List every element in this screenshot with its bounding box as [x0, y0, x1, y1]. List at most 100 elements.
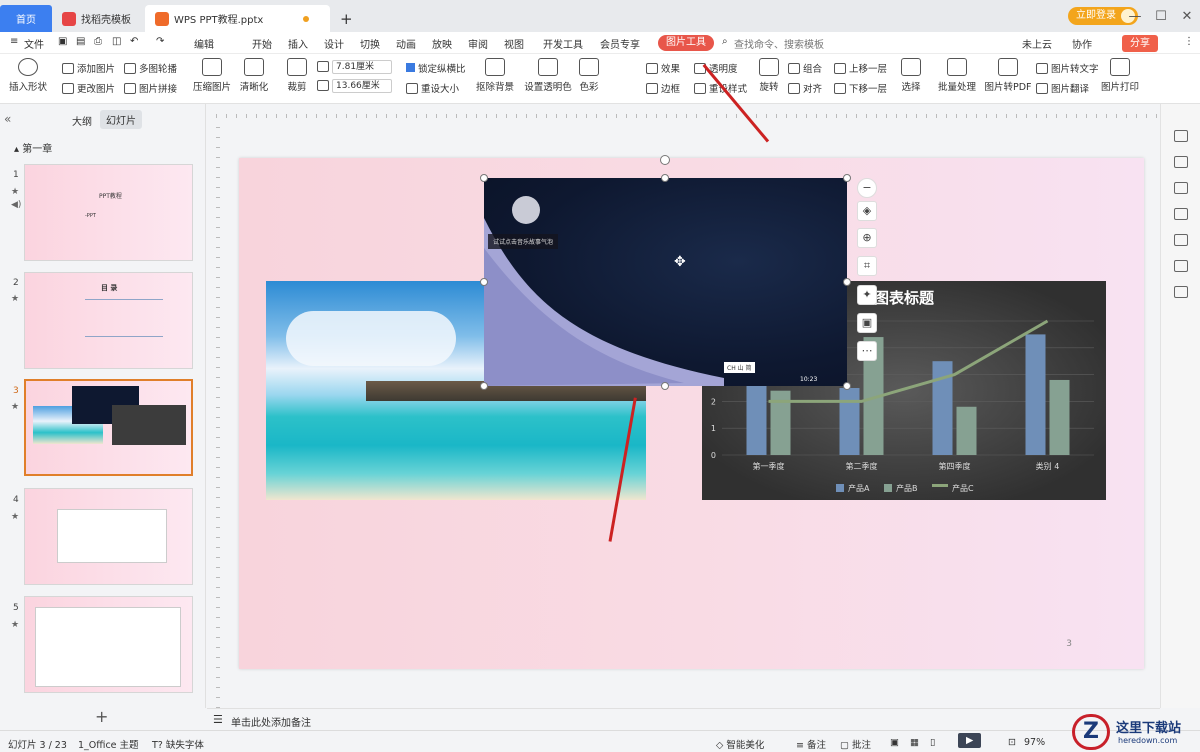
tab-template[interactable]: 找稻壳模板: [52, 5, 144, 32]
picture-stitch-button[interactable]: 图片拼接: [124, 81, 177, 95]
width-value[interactable]: 7.81厘米: [332, 60, 392, 74]
resize-handle[interactable]: [661, 382, 669, 390]
slide-thumbnail-1[interactable]: PPT教程 -PPT: [24, 164, 193, 261]
redo-icon[interactable]: ↷: [156, 36, 164, 47]
batch-button[interactable]: 批量处理: [934, 58, 980, 93]
more-icon[interactable]: ⋮: [1184, 36, 1194, 47]
lock-ratio-checkbox[interactable]: 锁定纵横比: [406, 61, 466, 75]
insert-shape-button[interactable]: 插入形状: [6, 58, 50, 93]
maximize-button[interactable]: ☐: [1148, 9, 1174, 24]
outline-tab[interactable]: 大纲: [72, 113, 92, 128]
layers-icon[interactable]: ◈: [857, 201, 877, 221]
star-icon[interactable]: [1174, 182, 1188, 194]
slide-thumbnail-5[interactable]: [24, 596, 193, 693]
bring-forward-button[interactable]: 上移一层: [834, 61, 887, 75]
search-icon[interactable]: ⌕: [722, 36, 728, 47]
video-object[interactable]: 试试点击音乐故事气泡 CH 山 简 10:23 ✥: [484, 178, 847, 386]
transparency-button[interactable]: 透明度: [694, 61, 738, 75]
menu-item-animation[interactable]: 动画: [396, 36, 416, 51]
rocket-icon[interactable]: [1174, 130, 1188, 142]
width-field[interactable]: 7.81厘米: [317, 60, 392, 74]
book-icon[interactable]: [1174, 286, 1188, 298]
resize-handle[interactable]: [843, 278, 851, 286]
border-button[interactable]: 边框: [646, 81, 680, 95]
to-pdf-button[interactable]: 图片转PDF: [984, 58, 1032, 93]
new-tab-button[interactable]: +: [330, 5, 363, 32]
select-button[interactable]: 选择: [896, 58, 926, 93]
notes-button[interactable]: ≡ 备注: [796, 737, 826, 751]
preview-icon[interactable]: ◫: [112, 36, 121, 47]
remove-bg-button[interactable]: 抠除背景: [474, 58, 516, 93]
menu-item-transition[interactable]: 切换: [360, 36, 380, 51]
slides-icon[interactable]: [1174, 208, 1188, 220]
crop-button[interactable]: 裁剪: [282, 58, 312, 93]
multi-carousel-button[interactable]: 多图轮播: [124, 61, 177, 75]
sorter-view-icon[interactable]: ▦: [910, 737, 919, 748]
missing-font-button[interactable]: T? 缺失字体: [152, 737, 204, 751]
translate-button[interactable]: 图片翻译: [1036, 81, 1089, 95]
tab-document[interactable]: WPS PPT教程.pptx: [145, 5, 330, 32]
cloud-status[interactable]: 未上云: [1022, 36, 1052, 51]
group-button[interactable]: 组合: [788, 61, 822, 75]
reset-size-button[interactable]: 重设大小: [406, 81, 459, 95]
export-icon[interactable]: ▤: [76, 36, 85, 47]
zoom-in-icon[interactable]: ⊕: [857, 228, 877, 248]
collapse-panel-icon[interactable]: «: [4, 112, 11, 126]
set-transparent-button[interactable]: 设置透明色: [524, 58, 572, 93]
minimize-button[interactable]: —: [1122, 9, 1148, 24]
menu-item-view[interactable]: 视图: [504, 36, 524, 51]
reading-view-icon[interactable]: ▯: [930, 737, 935, 748]
hamburger-icon[interactable]: ≡: [10, 36, 18, 47]
picture-icon[interactable]: [1174, 234, 1188, 246]
theme-name[interactable]: 1_Office 主题: [78, 737, 139, 751]
align-button[interactable]: 对齐: [788, 81, 822, 95]
notes-pane[interactable]: ☰ 单击此处添加备注: [207, 708, 1160, 730]
search-input[interactable]: 查找命令、搜索模板: [734, 36, 824, 51]
add-slide-button[interactable]: +: [95, 707, 108, 726]
resize-handle[interactable]: [843, 382, 851, 390]
zoom-level[interactable]: 97%: [1024, 737, 1045, 748]
effect-button[interactable]: 效果: [646, 61, 680, 75]
slides-tab[interactable]: 幻灯片: [100, 110, 142, 129]
resize-handle[interactable]: [480, 382, 488, 390]
play-button[interactable]: ▶: [958, 733, 982, 748]
print-icon[interactable]: ⎙: [94, 36, 102, 47]
height-field[interactable]: 13.66厘米: [317, 79, 392, 93]
rotate-handle[interactable]: [660, 155, 670, 165]
resize-handle[interactable]: [843, 174, 851, 182]
slide-thumbnail-2[interactable]: 目 录: [24, 272, 193, 369]
add-picture-button[interactable]: 添加图片: [62, 61, 115, 75]
clarity-button[interactable]: 清晰化: [236, 58, 272, 93]
section-header[interactable]: ▴ 第一章: [14, 140, 52, 155]
send-backward-button[interactable]: 下移一层: [834, 81, 887, 95]
adjust-icon[interactable]: [1174, 156, 1188, 168]
undo-icon[interactable]: ↶: [130, 36, 138, 47]
zoom-out-icon[interactable]: −: [857, 178, 877, 198]
resize-handle[interactable]: [480, 174, 488, 182]
share-button[interactable]: 分享: [1122, 35, 1158, 52]
to-text-button[interactable]: 图片转文字: [1036, 61, 1099, 75]
menu-item-insert[interactable]: 插入: [288, 36, 308, 51]
resize-handle[interactable]: [480, 278, 488, 286]
menu-edit-mode[interactable]: 编辑: [194, 36, 214, 51]
menu-item-design[interactable]: 设计: [324, 36, 344, 51]
menu-file[interactable]: 文件: [24, 36, 44, 51]
picture-edit-icon[interactable]: ▣: [857, 313, 877, 333]
close-button[interactable]: ✕: [1174, 9, 1200, 24]
slide-thumbnail-3-selected[interactable]: [24, 379, 193, 476]
collab-button[interactable]: 协作: [1072, 36, 1092, 51]
rotate-button[interactable]: 旋转: [756, 58, 782, 93]
menu-item-start[interactable]: 开始: [252, 36, 272, 51]
crop-icon[interactable]: ⌗: [857, 256, 877, 276]
more-options-icon[interactable]: ⋯: [857, 341, 877, 361]
compress-button[interactable]: 压缩图片: [192, 58, 232, 93]
comments-button[interactable]: ▢ 批注: [840, 737, 871, 751]
save-icon[interactable]: ▣: [58, 36, 67, 47]
menu-item-member[interactable]: 会员专享: [600, 36, 640, 51]
slide-thumbnail-4[interactable]: [24, 488, 193, 585]
height-value[interactable]: 13.66厘米: [332, 79, 392, 93]
menu-item-slideshow[interactable]: 放映: [432, 36, 452, 51]
normal-view-icon[interactable]: ▣: [890, 737, 899, 748]
tab-picture-tools[interactable]: 图片工具: [658, 35, 714, 51]
notes-placeholder[interactable]: 单击此处添加备注: [231, 714, 311, 729]
